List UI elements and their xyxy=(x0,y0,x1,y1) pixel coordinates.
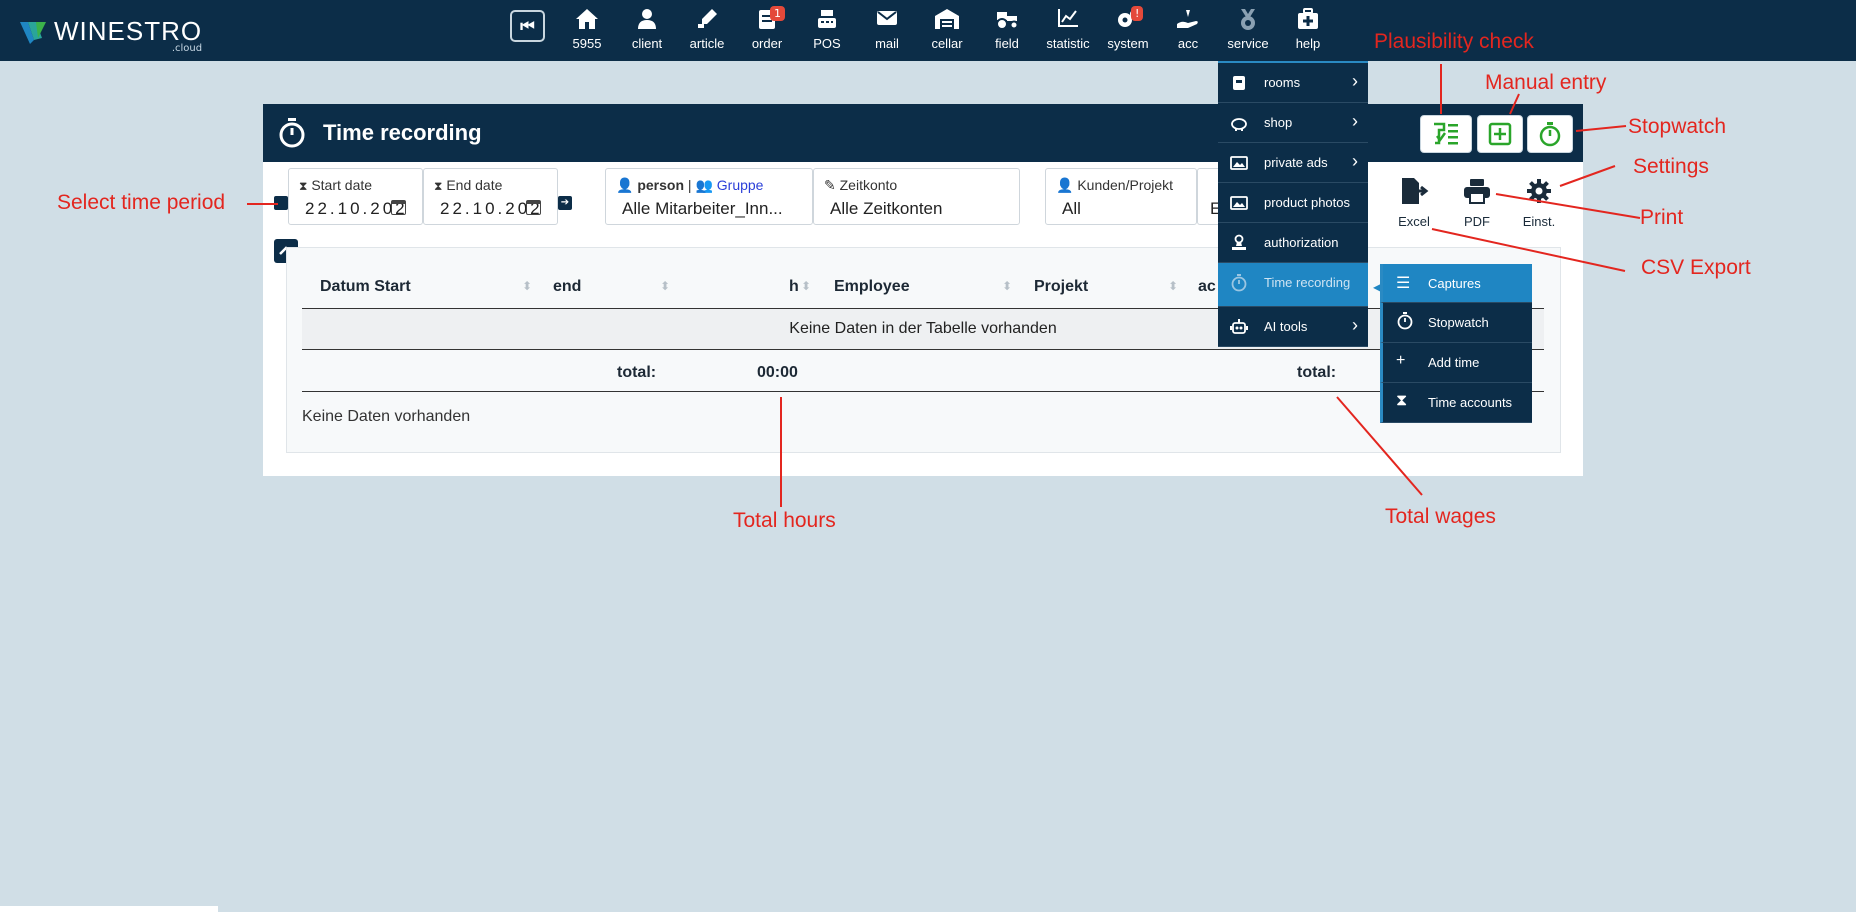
annotation-total-hours: Total hours xyxy=(733,509,836,532)
annotation-stopwatch: Stopwatch xyxy=(1628,115,1727,138)
annotation-print: Print xyxy=(1640,206,1684,229)
annotation-time-period: Select time period xyxy=(57,191,226,214)
annotation-total-wages: Total wages xyxy=(1385,505,1496,528)
annotation-lines xyxy=(247,64,1641,507)
annotation-csv-export: CSV Export xyxy=(1641,256,1751,279)
annotation-manual-entry: Manual entry xyxy=(1485,71,1607,94)
annotation-plausibility: Plausibility check xyxy=(1374,30,1534,53)
annotation-settings: Settings xyxy=(1633,155,1709,178)
bottom-strip xyxy=(0,906,218,912)
